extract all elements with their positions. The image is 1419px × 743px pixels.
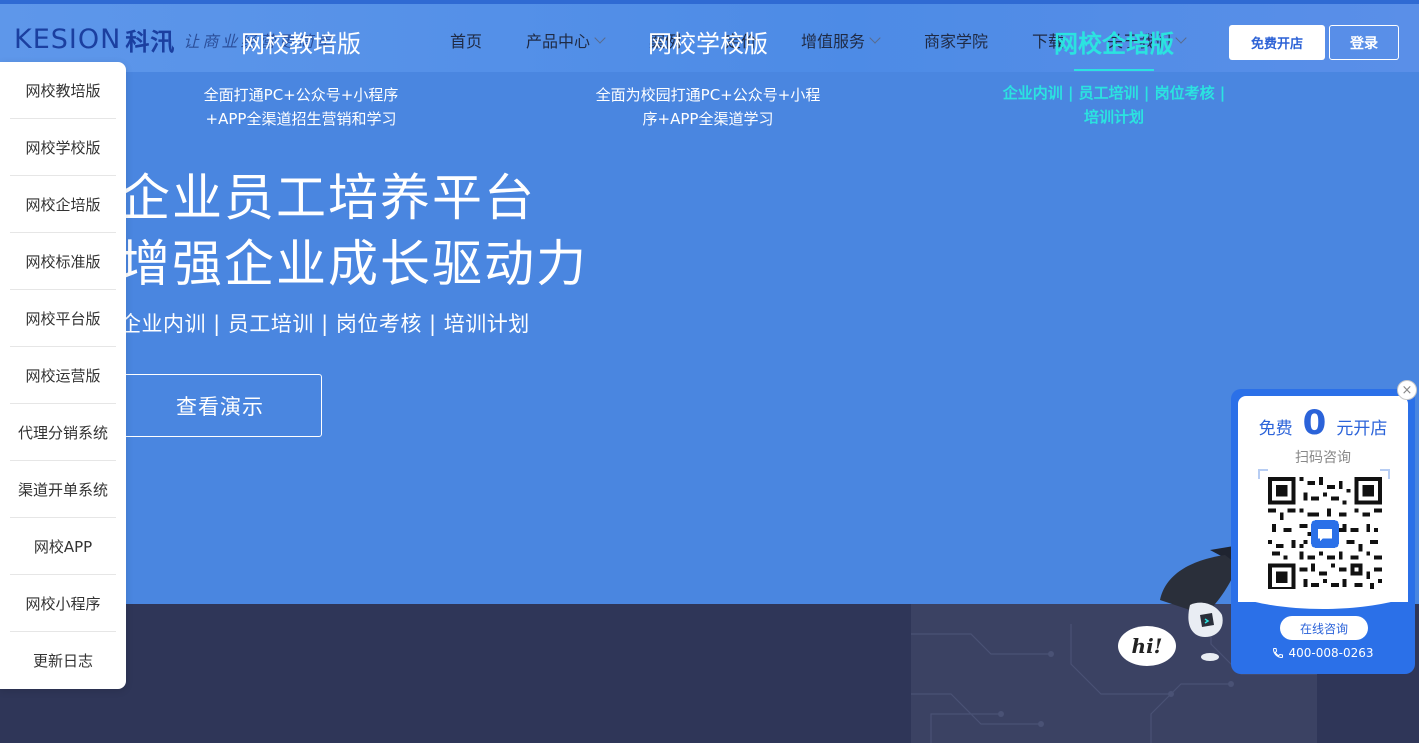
product-card-enterprise[interactable]: 网校企培版 企业内训 | 员工培训 | 岗位考核 | 培训计划 — [999, 0, 1229, 139]
free-zero: 0 — [1302, 403, 1327, 443]
panel-wave-divider — [1238, 589, 1408, 609]
nav-item-label: 首页 — [450, 32, 483, 51]
free-open-button[interactable]: 免费开店 — [1229, 25, 1325, 60]
sidebar-item-school[interactable]: 网校学校版 — [10, 119, 116, 176]
active-underline — [1074, 69, 1154, 71]
qr-code-icon — [1268, 477, 1382, 591]
sidebar-item-miniprogram[interactable]: 网校小程序 — [10, 575, 116, 632]
card-title: 网校企培版 — [1054, 30, 1174, 58]
card-desc: 全面打通PC+公众号+小程序+APP全渠道招生营销和学习 — [203, 86, 399, 128]
sidebar-item-changelog[interactable]: 更新日志 — [10, 632, 116, 689]
sidebar-item-agent[interactable]: 代理分销系统 — [10, 404, 116, 461]
sidebar-item-app[interactable]: 网校APP — [10, 518, 116, 575]
online-consult-button[interactable]: 在线咨询 — [1280, 616, 1368, 640]
nav-item-label: 商家学院 — [924, 32, 989, 51]
chevron-down-icon — [869, 31, 881, 44]
sidebar-item-platform[interactable]: 网校平台版 — [10, 290, 116, 347]
hero-subtitle: 企业内训 | 员工培训 | 岗位考核 | 培训计划 — [120, 312, 530, 336]
close-icon[interactable]: × — [1397, 380, 1417, 400]
phone-label: 400-008-0263 — [1288, 646, 1374, 660]
product-card-school[interactable]: 网校学校版 全面为校园打通PC+公众号+小程序+APP全渠道学习 — [593, 0, 823, 139]
free-prefix: 免费 — [1258, 419, 1293, 439]
hi-bubble[interactable]: hi! — [1118, 626, 1176, 666]
sidebar-item-edu[interactable]: 网校教培版 — [10, 62, 116, 119]
login-button[interactable]: 登录 — [1329, 25, 1399, 60]
card-title: 网校教培版 — [241, 30, 361, 58]
nav-item-label: 产品中心 — [526, 32, 591, 51]
hero-title-line2: 增强企业成长驱动力 — [120, 235, 588, 293]
sidebar-item-operation[interactable]: 网校运营版 — [10, 347, 116, 404]
consult-card: 免费 0 元开店 扫码咨询 — [1238, 396, 1408, 602]
nav-item-home[interactable]: 首页 — [450, 28, 482, 52]
free-open-slogan: 免费 0 元开店 — [1238, 403, 1408, 443]
phone-number[interactable]: 400-008-0263 — [1231, 646, 1415, 660]
product-sidebar: 网校教培版 网校学校版 网校企培版 网校标准版 网校平台版 网校运营版 代理分销… — [0, 62, 126, 689]
nav-item-academy[interactable]: 商家学院 — [924, 28, 988, 52]
view-demo-button[interactable]: 查看演示 — [118, 374, 322, 437]
product-card-edu[interactable]: 网校教培版 全面打通PC+公众号+小程序+APP全渠道招生营销和学习 — [186, 0, 416, 139]
hero-title-line1: 企业员工培养平台 — [120, 169, 536, 227]
sidebar-item-channel[interactable]: 渠道开单系统 — [10, 461, 116, 518]
sidebar-item-enterprise[interactable]: 网校企培版 — [10, 176, 116, 233]
scan-label: 扫码咨询 — [1295, 450, 1351, 466]
phone-icon — [1273, 648, 1284, 659]
sidebar-item-standard[interactable]: 网校标准版 — [10, 233, 116, 290]
free-suffix: 元开店 — [1336, 419, 1388, 439]
card-title: 网校学校版 — [648, 30, 768, 58]
card-desc: 企业内训 | 员工培训 | 岗位考核 | 培训计划 — [1002, 84, 1226, 126]
card-desc: 全面为校园打通PC+公众号+小程序+APP全渠道学习 — [595, 86, 821, 128]
